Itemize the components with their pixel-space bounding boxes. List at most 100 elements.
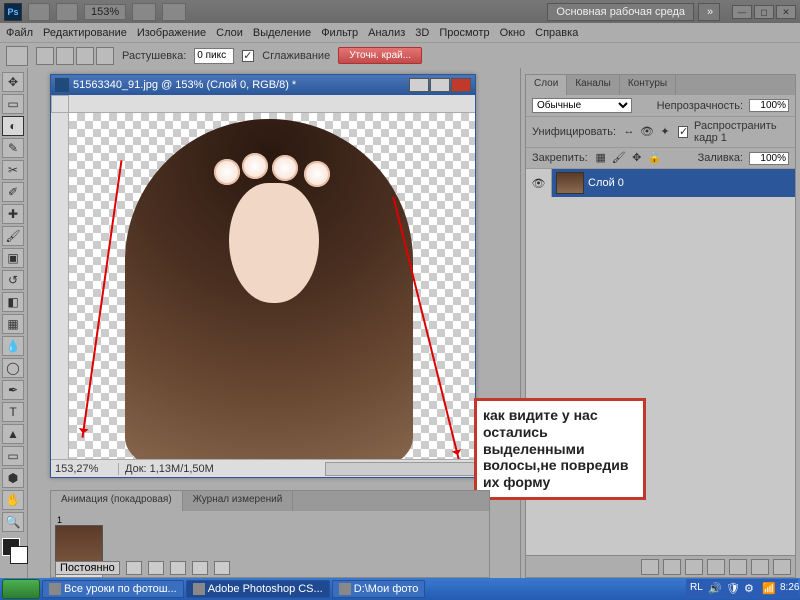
menu-analysis[interactable]: Анализ (368, 27, 405, 39)
adjustment-layer-button[interactable] (707, 559, 725, 575)
language-indicator[interactable]: RL (690, 582, 704, 596)
stamp-tool[interactable]: ▣ (2, 248, 24, 268)
workspace-switcher[interactable]: Основная рабочая среда (547, 3, 694, 21)
doc-minimize-button[interactable] (409, 78, 429, 92)
tray-icon[interactable]: 🛡 (726, 582, 740, 596)
crop-tool[interactable]: ✂ (2, 160, 24, 180)
start-button[interactable] (2, 579, 40, 599)
gradient-tool[interactable]: ▦ (2, 314, 24, 334)
menu-edit[interactable]: Редактирование (43, 27, 127, 39)
ruler-vertical[interactable] (51, 113, 69, 459)
menu-file[interactable]: Файл (6, 27, 33, 39)
refine-edge-button[interactable]: Уточн. край... (338, 47, 422, 64)
next-frame-button[interactable] (192, 561, 208, 575)
propagate-checkbox[interactable] (678, 126, 688, 138)
background-color[interactable] (10, 546, 28, 564)
lasso-tool[interactable]: ◐ (2, 116, 24, 136)
tool-preset-picker[interactable] (6, 46, 28, 66)
screen-mode-dropdown[interactable] (162, 3, 186, 21)
first-frame-button[interactable] (126, 561, 142, 575)
loop-selector[interactable]: Постоянно (55, 561, 120, 575)
last-frame-button[interactable] (214, 561, 230, 575)
blend-mode-select[interactable]: Обычные (532, 98, 632, 113)
link-layers-button[interactable] (641, 559, 659, 575)
close-button[interactable]: ✕ (776, 5, 796, 19)
brush-tool[interactable]: 🖌 (2, 226, 24, 246)
status-doc-size[interactable]: Док: 1,13M/1,50M (119, 463, 220, 475)
opacity-input[interactable] (749, 99, 789, 112)
document-canvas[interactable] (69, 113, 475, 459)
tray-icon[interactable]: ⚙ (744, 582, 758, 596)
menu-image[interactable]: Изображение (137, 27, 206, 39)
menu-view[interactable]: Просмотр (439, 27, 489, 39)
pen-tool[interactable]: ✒ (2, 380, 24, 400)
minimize-button[interactable]: — (732, 5, 752, 19)
marquee-tool[interactable]: ▭ (2, 94, 24, 114)
document-title-bar[interactable]: 51563340_91.jpg @ 153% (Слой 0, RGB/8) * (51, 75, 475, 95)
type-tool[interactable]: T (2, 402, 24, 422)
launch-bridge-button[interactable] (28, 3, 50, 21)
doc-maximize-button[interactable] (430, 78, 450, 92)
hand-tool[interactable]: ✋ (2, 490, 24, 510)
status-zoom[interactable]: 153,27% (51, 463, 119, 475)
taskbar-item[interactable]: Все уроки по фотош... (42, 580, 184, 598)
new-selection-icon[interactable] (36, 47, 54, 65)
prev-frame-button[interactable] (148, 561, 164, 575)
tab-channels[interactable]: Каналы (567, 75, 620, 95)
tab-measurements[interactable]: Журнал измерений (183, 491, 294, 511)
lock-transparency-icon[interactable]: ▦ (594, 151, 608, 165)
doc-close-button[interactable] (451, 78, 471, 92)
taskbar-item[interactable]: D:\Мои фото (332, 580, 426, 598)
maximize-button[interactable]: ◻ (754, 5, 774, 19)
eraser-tool[interactable]: ◧ (2, 292, 24, 312)
tab-paths[interactable]: Контуры (620, 75, 676, 95)
menu-filter[interactable]: Фильтр (321, 27, 358, 39)
path-select-tool[interactable]: ▲ (2, 424, 24, 444)
fill-input[interactable] (749, 152, 789, 165)
3d-tool[interactable]: ⬢ (2, 468, 24, 488)
delete-layer-button[interactable] (773, 559, 791, 575)
menu-help[interactable]: Справка (535, 27, 578, 39)
layer-thumbnail[interactable] (556, 172, 584, 194)
color-swatches[interactable] (2, 538, 25, 570)
taskbar-item[interactable]: Adobe Photoshop CS... (186, 580, 330, 598)
layer-row[interactable]: 👁 Слой 0 (526, 169, 795, 197)
clock[interactable]: 8:26 (780, 582, 794, 596)
antialias-checkbox[interactable] (242, 50, 254, 62)
play-button[interactable] (170, 561, 186, 575)
eyedropper-tool[interactable]: ✐ (2, 182, 24, 202)
layer-style-button[interactable] (663, 559, 681, 575)
menu-window[interactable]: Окно (500, 27, 526, 39)
dodge-tool[interactable]: ◯ (2, 358, 24, 378)
shape-tool[interactable]: ▭ (2, 446, 24, 466)
healing-tool[interactable]: ✚ (2, 204, 24, 224)
subtract-selection-icon[interactable] (76, 47, 94, 65)
workspace-more-button[interactable]: » (698, 3, 720, 21)
quick-select-tool[interactable]: ✎ (2, 138, 24, 158)
view-extras-button[interactable] (56, 3, 78, 21)
zoom-tool[interactable]: 🔍 (2, 512, 24, 532)
move-tool[interactable]: ✥ (2, 72, 24, 92)
tab-animation[interactable]: Анимация (покадровая) (51, 491, 183, 511)
feather-input[interactable] (194, 48, 234, 64)
unify-position-icon[interactable]: ↔ (622, 125, 636, 139)
menu-layers[interactable]: Слои (216, 27, 243, 39)
lock-position-icon[interactable]: ✥ (630, 151, 644, 165)
zoom-level-dropdown[interactable]: 153% (84, 4, 126, 20)
blur-tool[interactable]: 💧 (2, 336, 24, 356)
layer-name[interactable]: Слой 0 (588, 177, 624, 189)
lock-image-icon[interactable]: 🖌 (612, 151, 626, 165)
layer-mask-button[interactable] (685, 559, 703, 575)
layer-group-button[interactable] (729, 559, 747, 575)
horizontal-scrollbar[interactable] (325, 462, 475, 476)
lock-all-icon[interactable]: 🔒 (648, 151, 662, 165)
unify-style-icon[interactable]: ✦ (658, 125, 672, 139)
layer-visibility-icon[interactable]: 👁 (526, 169, 552, 197)
ruler-horizontal[interactable] (69, 95, 475, 113)
tray-icon[interactable]: 📶 (762, 582, 776, 596)
hand-tool-dropdown[interactable] (132, 3, 156, 21)
unify-visibility-icon[interactable]: 👁 (640, 125, 654, 139)
document-window[interactable]: 51563340_91.jpg @ 153% (Слой 0, RGB/8) * (50, 74, 476, 478)
history-brush-tool[interactable]: ↺ (2, 270, 24, 290)
menu-3d[interactable]: 3D (415, 27, 429, 39)
